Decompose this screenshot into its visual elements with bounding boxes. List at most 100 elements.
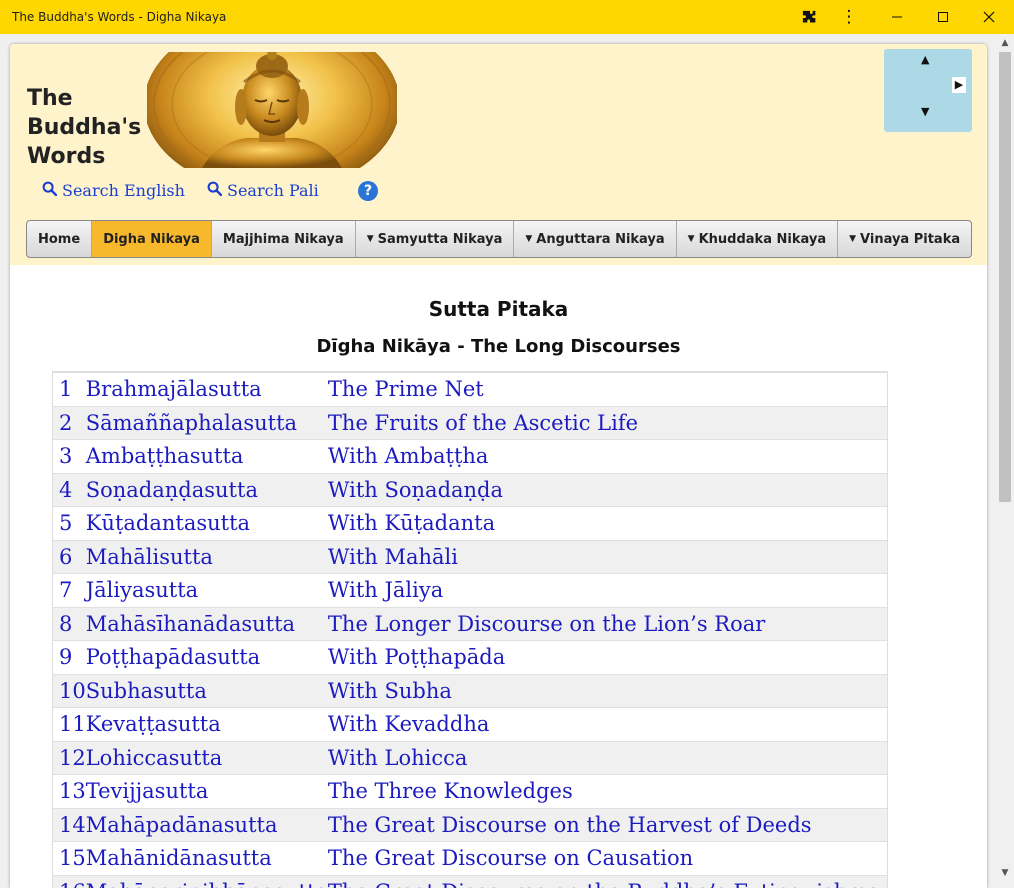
caret-down-icon: ▼ (366, 234, 374, 244)
table-row: 11 Kevaṭṭasutta With Kevaddha (53, 707, 887, 741)
sutta-table-container: 1 Brahmajālasutta The Prime Net 2 Sāmaññapha… (52, 371, 888, 888)
table-row: 10 Subhasutta With Subha (53, 673, 887, 708)
title-bar: The Buddha's Words - Digha Nikaya ⋮ (0, 0, 1014, 34)
page-scrollbar[interactable]: ▲ ▼ (996, 34, 1014, 888)
sutta-num-link[interactable]: 15 (53, 841, 86, 875)
sutta-english-link[interactable]: With Jāliya (327, 573, 887, 607)
sutta-num-link[interactable]: 4 (53, 472, 86, 507)
table-row: 5 Kūṭadantasutta With Kūṭadanta (53, 506, 887, 540)
sutta-pali-link[interactable]: Kūṭadantasutta (85, 506, 328, 540)
menu-item-label: Samyutta Nikaya (377, 231, 503, 247)
nav-up-arrow-icon[interactable]: ▲ (921, 53, 929, 66)
table-row: 13 Tevijjasutta The Three Knowledges (53, 774, 887, 808)
sutta-num-link[interactable]: 6 (53, 539, 86, 574)
sutta-num-link[interactable]: 16 (53, 874, 86, 888)
menu-item-anguttara-nikaya[interactable]: ▼ Anguttara Nikaya (514, 221, 677, 257)
sutta-english-link[interactable]: The Longer Discourse on the Lion’s Roar (327, 606, 887, 641)
sutta-pali-link[interactable]: Brahmajālasutta (85, 372, 328, 406)
sutta-pali-link[interactable]: Subhasutta (85, 673, 328, 708)
menu-item-majjhima-nikaya[interactable]: Majjhima Nikaya (212, 221, 356, 257)
search-pali-link[interactable]: Search Pali (207, 181, 319, 200)
menu-item-label: Majjhima Nikaya (222, 231, 344, 247)
sutta-english-link[interactable]: With Mahāli (327, 539, 887, 574)
sutta-num-link[interactable]: 1 (53, 372, 86, 406)
menu-item-khuddaka-nikaya[interactable]: ▼ Khuddaka Nikaya (677, 221, 839, 257)
sutta-english-link[interactable]: The Great Discourse on Causation (327, 841, 887, 875)
sutta-num-link[interactable]: 5 (53, 506, 86, 540)
sutta-pali-link[interactable]: Mahālisutta (85, 539, 328, 574)
help-icon[interactable]: ? (358, 181, 378, 201)
sutta-num-link[interactable]: 2 (53, 405, 86, 440)
sutta-english-link[interactable]: With Ambaṭṭha (327, 439, 887, 473)
sutta-pali-link[interactable]: Mahāpadānasutta (85, 807, 328, 842)
main-menu: Home Digha Nikaya Majjhima Nikaya ▼ Samy… (26, 220, 973, 258)
table-row: 16MahāparinibbānasuttaThe Great Discours… (53, 874, 887, 888)
caret-down-icon: ▼ (525, 234, 533, 244)
site-header: The Buddha's Words ▲ ▶ ▼ Search English … (10, 44, 987, 265)
sutta-english-link[interactable]: With Subha (327, 673, 887, 708)
search-icon (207, 181, 223, 200)
sutta-english-link[interactable]: The Three Knowledges (327, 774, 887, 808)
page-subtitle: Dīgha Nikāya - The Long Discourses (316, 336, 681, 357)
navigation-pad: ▲ ▶ ▼ (884, 49, 972, 132)
site-title[interactable]: The Buddha's Words (27, 84, 147, 171)
menu-item-vinaya-pitaka[interactable]: ▼ Vinaya Pitaka (838, 221, 971, 257)
sutta-pali-link[interactable]: Mahāparinibbānasutta (85, 874, 328, 888)
sutta-english-link[interactable]: The Fruits of the Ascetic Life (327, 405, 887, 440)
table-row: 15 Mahānidānasutta The Great Discourse on … (53, 841, 887, 875)
sutta-num-link[interactable]: 9 (53, 640, 86, 674)
sutta-num-link[interactable]: 11 (53, 707, 86, 741)
nav-right-arrow-icon[interactable]: ▶ (952, 77, 966, 93)
sutta-english-link[interactable]: With Poṭṭhapāda (327, 640, 887, 674)
maximize-button[interactable] (920, 0, 966, 34)
sutta-num-link[interactable]: 8 (53, 606, 86, 641)
sutta-english-link[interactable]: The Great Discourse on the Buddha’s Exti… (327, 874, 887, 888)
table-row: 2 Sāmaññaphalasutta The Fruits of the Asce… (53, 405, 887, 440)
site-title-line: Words (27, 144, 106, 169)
sutta-pali-link[interactable]: Tevijjasutta (85, 774, 328, 808)
page-title: Sutta Pitaka (428, 297, 569, 321)
sutta-pali-link[interactable]: Soṇadaṇḍasutta (85, 472, 328, 507)
sutta-english-link[interactable]: The Prime Net (327, 372, 887, 406)
sutta-pali-link[interactable]: Kevaṭṭasutta (85, 707, 328, 741)
menu-item-digha-nikaya[interactable]: Digha Nikaya (92, 221, 212, 257)
sutta-english-link[interactable]: With Lohicca (327, 740, 887, 775)
sutta-table: 1 Brahmajālasutta The Prime Net 2 Sāmaññapha… (53, 372, 887, 888)
close-button[interactable] (966, 0, 1012, 34)
kebab-menu-icon[interactable]: ⋮ (826, 0, 872, 34)
sutta-english-link[interactable]: The Great Discourse on the Harvest of De… (327, 807, 887, 842)
window-title: The Buddha's Words - Digha Nikaya (12, 10, 227, 24)
table-row: 8 Mahāsīhanādasutta The Longer Discourse o… (53, 606, 887, 641)
nav-down-arrow-icon[interactable]: ▼ (921, 105, 929, 118)
site-title-line: The (27, 86, 73, 111)
scroll-up-arrow[interactable]: ▲ (996, 38, 1014, 52)
sutta-english-link[interactable]: With Kevaddha (327, 707, 887, 741)
sutta-pali-link[interactable]: Poṭṭhapādasutta (85, 640, 328, 674)
sutta-num-link[interactable]: 14 (53, 807, 86, 842)
sutta-pali-link[interactable]: Sāmaññaphalasutta (85, 405, 328, 440)
sutta-num-link[interactable]: 3 (53, 439, 86, 473)
caret-down-icon: ▼ (849, 234, 857, 244)
menu-item-samyutta-nikaya[interactable]: ▼ Samyutta Nikaya (356, 221, 515, 257)
sutta-pali-link[interactable]: Mahānidānasutta (85, 841, 328, 875)
sutta-pali-link[interactable]: Ambaṭṭhasutta (85, 439, 328, 473)
sutta-english-link[interactable]: With Soṇadaṇḍa (327, 472, 887, 507)
table-row: 14 Mahāpadānasutta The Great Discourse on … (53, 807, 887, 842)
menu-item-home[interactable]: Home (27, 221, 93, 257)
menu-item-label: Anguttara Nikaya (536, 231, 665, 247)
menu-item-label: Digha Nikaya (103, 231, 200, 247)
sutta-num-link[interactable]: 7 (53, 573, 86, 607)
sutta-pali-link[interactable]: Mahāsīhanādasutta (85, 606, 328, 641)
sutta-num-link[interactable]: 12 (53, 740, 86, 775)
sutta-english-link[interactable]: With Kūṭadanta (327, 506, 887, 540)
sutta-pali-link[interactable]: Lohiccasutta (85, 740, 328, 775)
sutta-pali-link[interactable]: Jāliyasutta (85, 573, 328, 607)
scroll-thumb[interactable] (999, 52, 1011, 502)
sutta-num-link[interactable]: 10 (53, 673, 86, 708)
table-row: 12 Lohiccasutta With Lohicca (53, 740, 887, 775)
minimize-button[interactable] (874, 0, 920, 34)
search-english-link[interactable]: Search English (42, 181, 185, 200)
buddha-image (147, 52, 397, 168)
scroll-down-arrow[interactable]: ▼ (996, 868, 1014, 882)
sutta-num-link[interactable]: 13 (53, 774, 86, 808)
